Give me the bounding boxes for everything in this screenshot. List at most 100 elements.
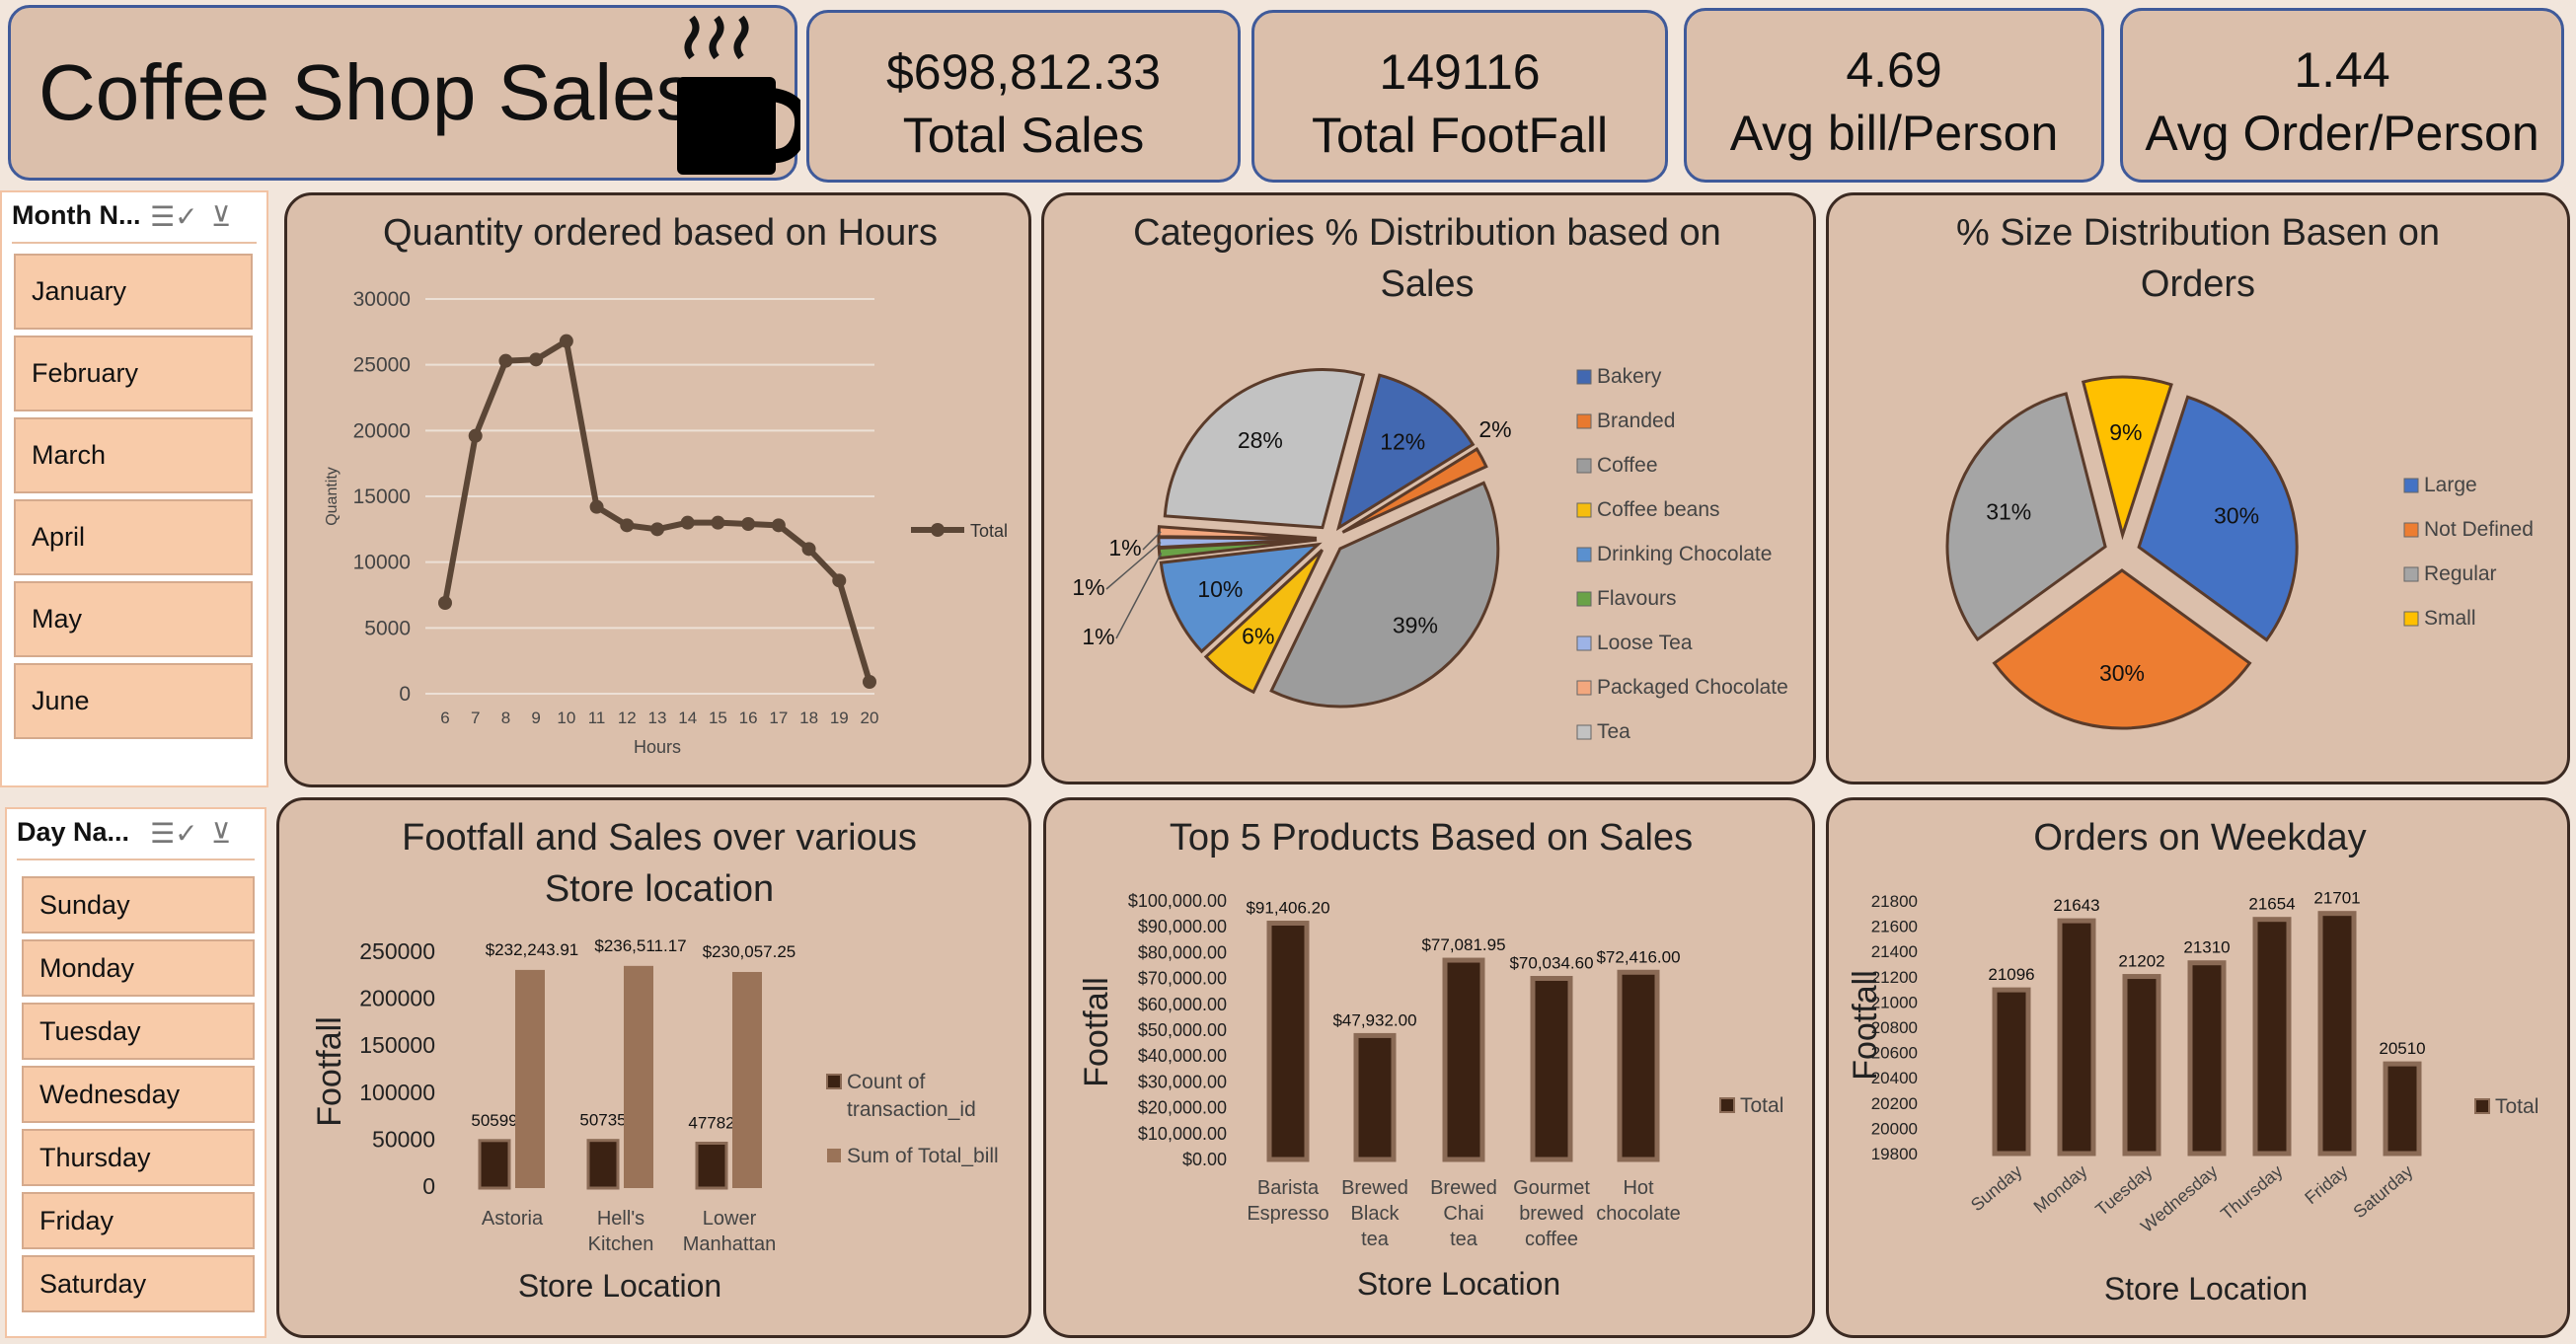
y-tick-label: 5000 (364, 617, 411, 639)
bar-transaction-count (586, 1139, 620, 1190)
month-item[interactable]: March (14, 417, 253, 493)
data-label: $77,081.95 (1421, 935, 1505, 954)
slice-label: 1% (1108, 535, 1141, 560)
y-tick-label: $60,000.00 (1138, 995, 1227, 1014)
data-point (468, 428, 483, 443)
data-point (863, 675, 876, 689)
slice-label: 1% (1072, 574, 1104, 600)
clear-filter-icon[interactable]: ⊻ (211, 817, 232, 850)
y-tick-label: 21600 (1871, 918, 1918, 936)
x-tick-label: 6 (440, 709, 449, 727)
hours-chart-panel: Quantity ordered based on Hours 0 5000 1000… (284, 192, 1031, 787)
weekday-bar (2057, 918, 2096, 1157)
legend-swatch (2403, 611, 2419, 627)
x-tick-label: 14 (678, 709, 697, 727)
slice-label: 31% (1986, 499, 2031, 525)
y-tick-label: $20,000.00 (1138, 1098, 1227, 1118)
day-item[interactable]: Wednesday (22, 1066, 255, 1123)
page-title: Coffee Shop Sales (38, 48, 696, 136)
legend-label: Flavours (1597, 587, 1677, 610)
x-tick-label: Lower (703, 1208, 757, 1230)
slice-label: 28% (1238, 427, 1283, 453)
size-pie-chart: % Size Distribution Basen on Orders 30% 30%… (1945, 212, 2534, 730)
y-tick-label: 15000 (353, 485, 411, 508)
chart-title: Orders (2141, 263, 2255, 305)
x-tick-label: tea (1450, 1229, 1478, 1250)
legend-swatch (2403, 522, 2419, 538)
slice-label: 30% (2214, 502, 2259, 528)
data-label: 50599 (471, 1111, 517, 1130)
kpi-total-sales: $698,812.33 Total Sales (806, 10, 1241, 183)
clear-filter-icon[interactable]: ⊻ (211, 200, 232, 233)
x-tick-label: Brewed (1430, 1177, 1497, 1199)
weekday-bar (2122, 974, 2161, 1157)
data-point (589, 499, 604, 514)
coffee-cup-icon (677, 16, 800, 175)
month-item[interactable]: February (14, 336, 253, 411)
bar-total-bill (732, 971, 762, 1188)
legend-marker (931, 523, 945, 537)
product-bar (1530, 976, 1573, 1162)
product-bar (1353, 1032, 1397, 1162)
data-point (771, 518, 786, 533)
y-tick-label: 30000 (353, 288, 411, 311)
x-tick-label: tea (1361, 1229, 1390, 1250)
kpi-avg-order: 1.44 Avg Order/Person (2120, 8, 2564, 183)
categories-pie-chart: Categories % Distribution based on Sales 1… (1072, 212, 1788, 743)
x-axis-label: Store Location (518, 1268, 721, 1304)
legend-swatch (2474, 1098, 2490, 1114)
legend-label: Coffee beans (1597, 498, 1720, 521)
month-item[interactable]: May (14, 581, 253, 657)
month-item[interactable]: April (14, 499, 253, 575)
legend-label: Drinking Chocolate (1597, 543, 1772, 565)
slice-label: 1% (1082, 624, 1114, 649)
data-label: $230,057.25 (703, 942, 796, 961)
categories-chart-panel: Categories % Distribution based on Sales 1… (1041, 192, 1816, 784)
store-chart-panel: Footfall and Sales over various Store loc… (276, 797, 1031, 1338)
multi-select-icon[interactable]: ☰✓ (150, 817, 198, 850)
chart-title: Categories % Distribution based on (1133, 212, 1721, 254)
multi-select-icon[interactable]: ☰✓ (150, 200, 198, 233)
day-item[interactable]: Thursday (22, 1129, 255, 1186)
x-tick-label: Kitchen (588, 1233, 654, 1255)
day-item[interactable]: Monday (22, 939, 255, 997)
chart-title: % Size Distribution Basen on (1956, 212, 2440, 254)
day-item[interactable]: Sunday (22, 876, 255, 933)
x-tick-label: Monday (2030, 1161, 2091, 1217)
kpi-value: 1.44 (2294, 42, 2390, 98)
y-tick-label: 20000 (353, 419, 411, 442)
month-item[interactable]: June (14, 663, 253, 739)
legend-label: Coffee (1597, 454, 1658, 477)
day-item[interactable]: Friday (22, 1192, 255, 1249)
store-bar-chart: Footfall and Sales over various Store loc… (311, 817, 999, 1304)
data-label: $47,932.00 (1332, 1010, 1416, 1029)
data-label: 21096 (1988, 965, 2034, 984)
y-tick-label: 25000 (353, 354, 411, 377)
data-point (529, 352, 544, 367)
kpi-value: $698,812.33 (885, 44, 1162, 100)
data-label: $232,243.91 (486, 940, 579, 959)
data-label: $91,406.20 (1246, 899, 1329, 918)
x-axis-label: Hours (634, 737, 681, 757)
legend-label: Count of (847, 1071, 926, 1093)
y-tick-label: $70,000.00 (1138, 969, 1227, 989)
legend-swatch (1576, 413, 1592, 429)
day-item[interactable]: Saturday (22, 1255, 255, 1312)
y-tick-label: 20000 (1871, 1119, 1918, 1138)
legend-label: Packaged Chocolate (1597, 676, 1788, 699)
size-chart-panel: % Size Distribution Basen on Orders 30% 30%… (1826, 192, 2570, 784)
x-tick-label: Chai (1443, 1203, 1483, 1225)
month-item[interactable]: January (14, 254, 253, 330)
product-bar (1442, 957, 1485, 1162)
legend-swatch (1576, 724, 1592, 740)
data-point (680, 515, 695, 530)
chart-title: Store location (545, 868, 774, 910)
x-tick-label: Saturday (2350, 1161, 2417, 1223)
bar-transaction-count (478, 1139, 511, 1190)
x-tick-label: 18 (799, 709, 818, 727)
slice-label: 2% (1478, 416, 1511, 442)
slice-label: 10% (1197, 576, 1243, 602)
x-tick-label: 19 (830, 709, 849, 727)
y-tick-label: 200000 (359, 986, 435, 1011)
day-item[interactable]: Tuesday (22, 1003, 255, 1060)
